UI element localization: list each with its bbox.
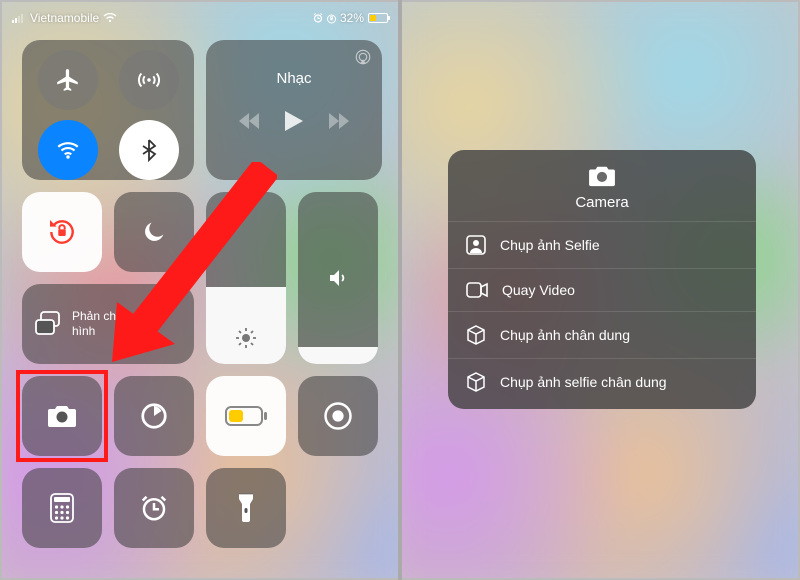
menu-item-video[interactable]: Quay Video <box>448 268 756 311</box>
orientation-lock-tile[interactable] <box>22 192 102 272</box>
menu-item-label: Chụp ảnh selfie chân dung <box>500 374 667 390</box>
battery-low-power-icon <box>225 406 267 426</box>
flashlight-tile[interactable] <box>206 468 286 548</box>
brightness-slider[interactable] <box>206 192 286 364</box>
airplay-icon[interactable] <box>354 48 372 66</box>
moon-icon <box>140 218 168 246</box>
menu-item-portrait-selfie[interactable]: Chụp ảnh selfie chân dung <box>448 358 756 405</box>
screen-mirroring-tile[interactable]: Phản chiếu màn hình <box>22 284 194 364</box>
alarm-icon <box>139 493 169 523</box>
battery-percent: 32% <box>340 11 364 25</box>
bluetooth-icon <box>137 138 161 162</box>
next-track-button[interactable] <box>329 113 349 129</box>
control-center-screenshot: Vietnamobile 32% <box>0 0 400 580</box>
frame-divider <box>398 0 402 580</box>
airplane-icon <box>55 67 81 93</box>
camera-menu-screenshot: Camera Chụp ảnh Selfie Quay Video Chụp ả… <box>400 0 800 580</box>
alarm-status-icon <box>313 13 323 23</box>
alarm-tile[interactable] <box>114 468 194 548</box>
play-button[interactable] <box>285 111 303 131</box>
music-widget[interactable]: Nhạc <box>206 40 382 180</box>
menu-item-label: Quay Video <box>502 282 575 298</box>
screen-mirroring-label: Phản chiếu màn hình <box>72 309 182 339</box>
portrait-selfie-icon <box>466 372 486 392</box>
timer-icon <box>139 401 169 431</box>
bluetooth-toggle[interactable] <box>119 120 179 180</box>
timer-tile[interactable] <box>114 376 194 456</box>
carrier-label: Vietnamobile <box>30 11 99 25</box>
camera-context-menu: Camera Chụp ảnh Selfie Quay Video Chụp ả… <box>448 150 756 409</box>
wifi-toggle[interactable] <box>38 120 98 180</box>
prev-track-button[interactable] <box>239 113 259 129</box>
music-title: Nhạc <box>206 70 382 87</box>
wifi-status-icon <box>103 13 117 23</box>
portrait-icon <box>466 325 486 345</box>
lock-status-icon <box>327 13 336 24</box>
menu-item-label: Chụp ảnh chân dung <box>500 327 630 343</box>
record-icon <box>323 401 353 431</box>
flashlight-icon <box>237 492 255 524</box>
volume-slider[interactable] <box>298 192 378 364</box>
signal-icon <box>12 13 26 23</box>
camera-menu-title: Camera <box>575 194 628 211</box>
camera-icon <box>587 164 617 188</box>
brightness-icon <box>206 326 286 350</box>
video-icon <box>466 282 488 298</box>
do-not-disturb-tile[interactable] <box>114 192 194 272</box>
airplane-toggle[interactable] <box>38 50 98 110</box>
orientation-lock-icon <box>46 216 78 248</box>
calculator-icon <box>50 493 74 523</box>
camera-tile[interactable] <box>22 376 102 456</box>
battery-icon <box>368 13 388 23</box>
wifi-icon <box>55 137 81 163</box>
connectivity-group <box>22 40 194 180</box>
cellular-toggle[interactable] <box>119 50 179 110</box>
status-bar: Vietnamobile 32% <box>12 8 388 28</box>
low-power-tile[interactable] <box>206 376 286 456</box>
menu-item-label: Chụp ảnh Selfie <box>500 237 600 253</box>
screen-mirroring-icon <box>34 311 62 337</box>
camera-icon <box>46 403 78 429</box>
menu-item-selfie[interactable]: Chụp ảnh Selfie <box>448 221 756 268</box>
calculator-tile[interactable] <box>22 468 102 548</box>
cellular-icon <box>136 67 162 93</box>
volume-icon <box>298 266 378 290</box>
screen-record-tile[interactable] <box>298 376 378 456</box>
selfie-icon <box>466 235 486 255</box>
menu-item-portrait[interactable]: Chụp ảnh chân dung <box>448 311 756 358</box>
